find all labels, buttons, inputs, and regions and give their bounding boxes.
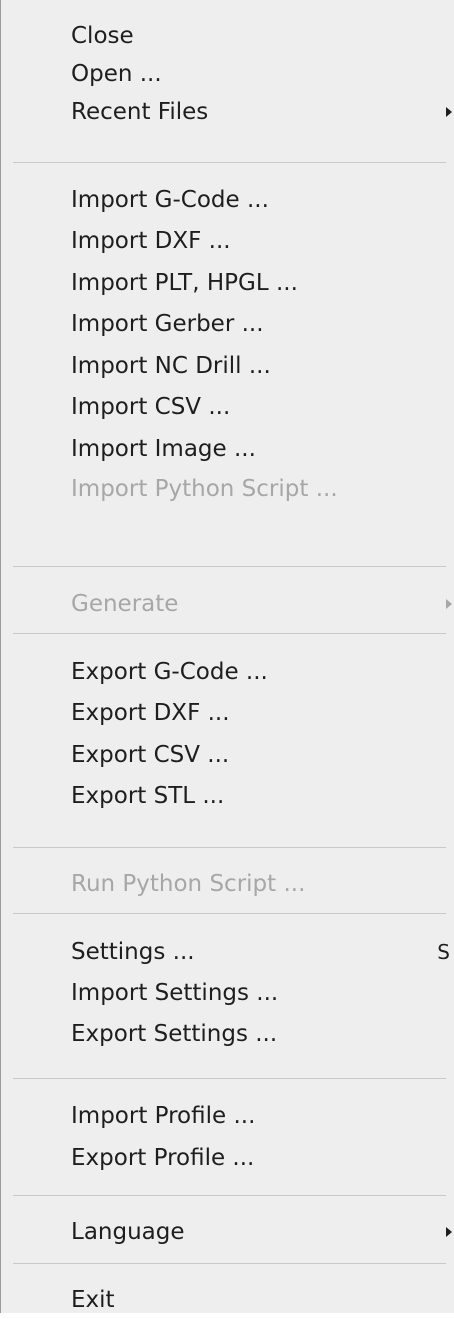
menu-item-label: Language [71,1219,185,1245]
menu-item-import-image[interactable]: Import Image ... [2,430,454,468]
menu-item-label: Recent Files [71,99,209,125]
menu-item-label: Import Python Script ... [71,476,338,502]
menu-item-label: Import Settings ... [71,980,279,1006]
menu-item-settings[interactable]: Settings ... S [2,933,454,971]
menu-item-export-profile[interactable]: Export Profile ... [2,1139,454,1177]
menu-separator [13,566,446,567]
file-menu: Close Open ... Recent Files Import G-Cod… [0,0,454,1313]
menu-item-label: Import Profile ... [71,1103,256,1129]
menu-item-label: Export DXF ... [71,700,230,726]
menu-item-import-profile[interactable]: Import Profile ... [2,1097,454,1135]
shortcut-label: S [437,940,450,964]
menu-item-label: Import PLT, HPGL ... [71,270,298,296]
menu-separator [13,633,446,634]
menu-item-import-dxf[interactable]: Import DXF ... [2,222,454,260]
menu-separator [13,913,446,914]
menu-item-import-python-script: Import Python Script ... [2,470,454,508]
menu-item-label: Close [71,23,134,49]
menu-item-label: Run Python Script ... [71,871,306,897]
menu-item-export-stl[interactable]: Export STL ... [2,777,454,815]
menu-item-export-csv[interactable]: Export CSV ... [2,736,454,774]
menu-item-label: Import Gerber ... [71,311,264,337]
menu-item-label: Export G-Code ... [71,659,268,685]
menu-item-label: Import DXF ... [71,228,231,254]
menu-item-language[interactable]: Language [2,1213,454,1251]
menu-separator [13,1078,446,1079]
menu-item-label: Settings ... [71,939,195,965]
menu-item-export-gcode[interactable]: Export G-Code ... [2,653,454,691]
menu-item-label: Exit [71,1287,115,1313]
menu-item-import-gcode[interactable]: Import G-Code ... [2,181,454,219]
menu-item-label: Export CSV ... [71,742,230,768]
menu-item-label: Export Profile ... [71,1145,255,1171]
menu-item-export-settings[interactable]: Export Settings ... [2,1015,454,1053]
menu-separator [13,847,446,848]
menu-item-label: Export STL ... [71,783,225,809]
menu-separator [13,1263,446,1264]
menu-item-label: Open ... [71,61,162,87]
menu-item-generate: Generate [2,585,454,623]
menu-item-import-gerber[interactable]: Import Gerber ... [2,305,454,343]
menu-item-label: Import CSV ... [71,394,231,420]
menu-item-label: Import Image ... [71,436,256,462]
menu-item-label: Generate [71,591,179,617]
menu-separator [13,1195,446,1196]
menu-item-label: Export Settings ... [71,1021,278,1047]
menu-item-export-dxf[interactable]: Export DXF ... [2,694,454,732]
submenu-arrow-icon [446,599,452,609]
menu-item-run-python-script: Run Python Script ... [2,865,454,903]
menu-item-import-nc-drill[interactable]: Import NC Drill ... [2,347,454,385]
menu-item-label: Import G-Code ... [71,187,269,213]
menu-item-import-plt-hpgl[interactable]: Import PLT, HPGL ... [2,264,454,302]
menu-item-close[interactable]: Close [2,17,454,55]
menu-item-import-csv[interactable]: Import CSV ... [2,388,454,426]
menu-separator [13,162,446,163]
menu-item-import-settings[interactable]: Import Settings ... [2,974,454,1012]
menu-item-label: Import NC Drill ... [71,353,271,379]
submenu-arrow-icon [446,107,452,117]
menu-item-recent-files[interactable]: Recent Files [2,93,454,131]
menu-item-open[interactable]: Open ... [2,55,454,93]
submenu-arrow-icon [446,1227,452,1237]
menu-item-exit[interactable]: Exit [2,1281,454,1319]
